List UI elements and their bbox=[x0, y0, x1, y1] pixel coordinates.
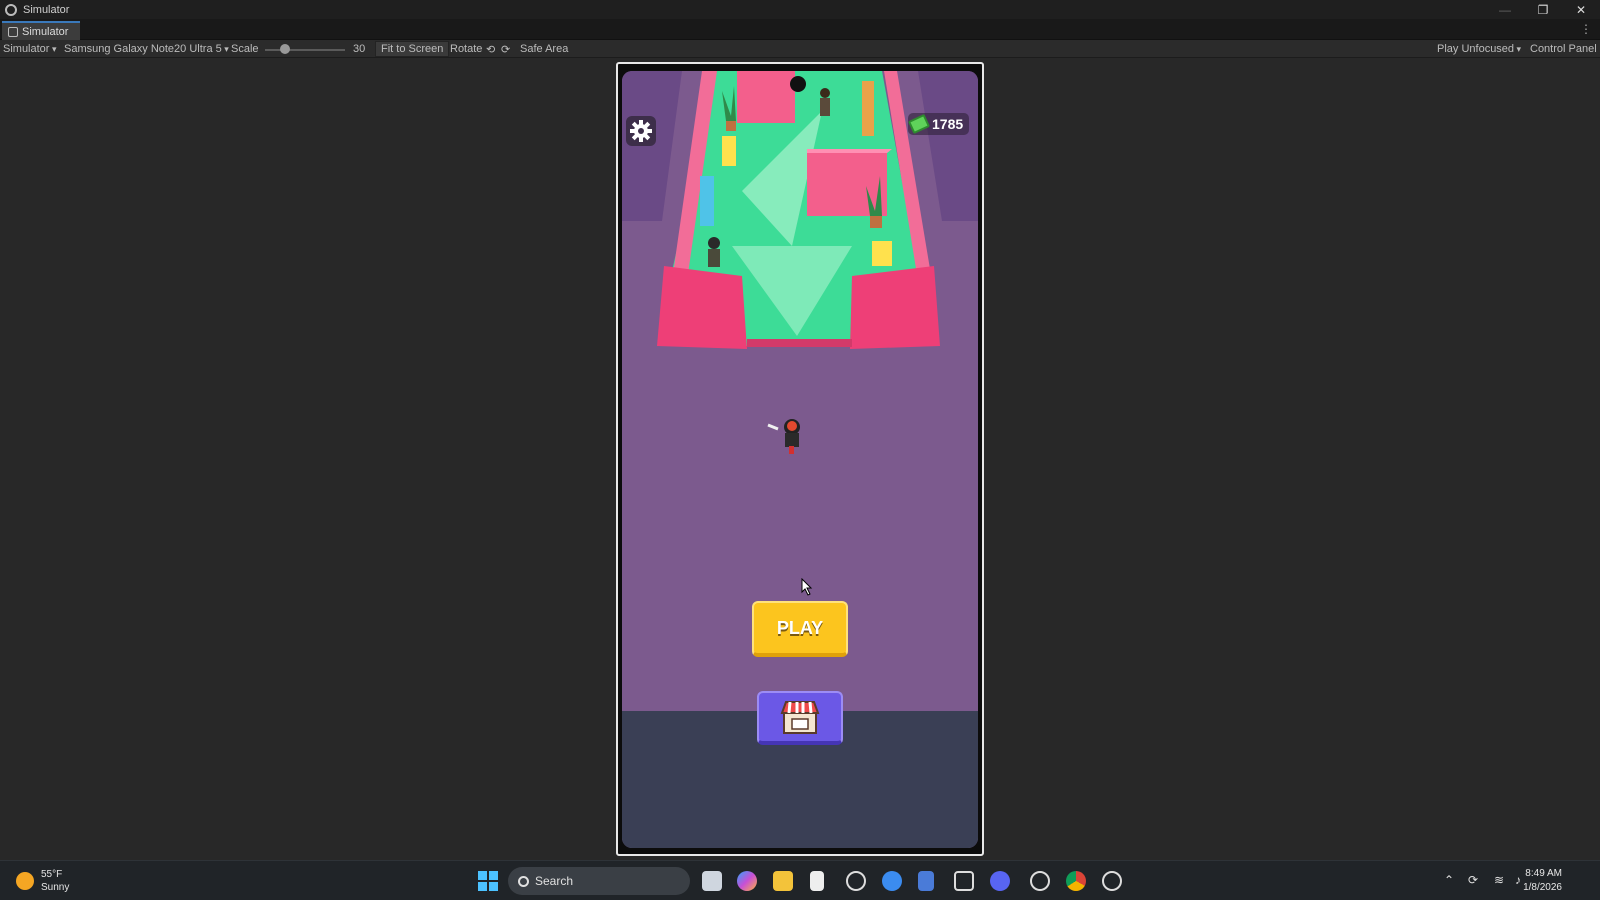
simulator-dropdown[interactable]: Simulator bbox=[3, 43, 57, 55]
volume-icon[interactable]: ♪ bbox=[1515, 873, 1521, 887]
play-mode-dropdown[interactable]: Play Unfocused bbox=[1437, 43, 1521, 55]
close-icon[interactable]: ✕ bbox=[1562, 0, 1600, 19]
guard-body-left bbox=[708, 249, 720, 267]
tab-bar: Simulator ⋮ bbox=[0, 19, 1600, 40]
front-block-right bbox=[850, 266, 940, 349]
rotate-label: Rotate bbox=[450, 43, 483, 55]
window-title: Simulator bbox=[23, 3, 70, 16]
player-character bbox=[767, 419, 800, 454]
crates-yellow bbox=[722, 136, 736, 166]
shelf-orange bbox=[862, 81, 874, 136]
settings-button[interactable] bbox=[626, 116, 656, 146]
edge-icon[interactable] bbox=[882, 871, 902, 891]
rotate-left-icon[interactable]: ⟲ bbox=[486, 43, 495, 56]
file-explorer-icon[interactable] bbox=[773, 871, 793, 891]
unity-icon-taskbar[interactable] bbox=[1030, 871, 1050, 891]
copilot-icon[interactable] bbox=[737, 871, 757, 891]
backdrop-left bbox=[622, 71, 682, 221]
scale-slider-thumb[interactable] bbox=[280, 44, 290, 54]
discord-icon[interactable] bbox=[990, 871, 1010, 891]
weather-desc: Sunny bbox=[41, 882, 70, 893]
unity-hub-icon[interactable] bbox=[954, 871, 974, 891]
scale-label: Scale bbox=[231, 43, 259, 55]
more-options-icon[interactable]: ⋮ bbox=[1580, 22, 1592, 36]
device-dropdown[interactable]: Samsung Galaxy Note20 Ultra 5 bbox=[64, 43, 229, 55]
currency-display: 1785 bbox=[907, 113, 970, 135]
control-panel-button[interactable]: Control Panel bbox=[1530, 43, 1597, 55]
play-button[interactable]: PLAY bbox=[752, 601, 848, 657]
gear-icon bbox=[630, 120, 652, 142]
search-icon bbox=[518, 875, 529, 887]
search-placeholder: Search bbox=[535, 874, 574, 888]
notes-icon[interactable] bbox=[918, 871, 934, 891]
tab-label: Simulator bbox=[22, 25, 69, 38]
weather-temp: 55°F bbox=[41, 869, 63, 880]
windows-start-icon[interactable] bbox=[478, 871, 498, 891]
center-block bbox=[807, 151, 887, 216]
tray-chevron-icon[interactable]: ⌃ bbox=[1444, 873, 1454, 887]
black-dot bbox=[790, 76, 806, 92]
plant-pot-1 bbox=[726, 121, 736, 131]
knife-icon bbox=[767, 423, 779, 431]
github-icon[interactable] bbox=[846, 871, 866, 891]
mouse-cursor-icon bbox=[801, 578, 813, 596]
crates-blue bbox=[700, 176, 714, 226]
tab-simulator[interactable]: Simulator bbox=[2, 21, 81, 40]
notepad-icon[interactable] bbox=[810, 871, 824, 891]
simulator-icon bbox=[8, 26, 18, 37]
backdrop-right bbox=[918, 71, 978, 221]
guard-body-top bbox=[820, 98, 830, 116]
guard-head-left bbox=[708, 237, 720, 249]
taskbar-clock[interactable]: 8:49 AM 1/8/2026 bbox=[1523, 867, 1562, 895]
weather-widget[interactable]: 55°F Sunny bbox=[16, 868, 69, 894]
minimize-icon[interactable]: — bbox=[1486, 0, 1524, 19]
safe-area-toggle[interactable]: Safe Area bbox=[520, 43, 568, 55]
app-icon[interactable] bbox=[1102, 871, 1122, 891]
scale-value: 30 bbox=[353, 43, 366, 55]
taskbar-search[interactable]: Search bbox=[508, 867, 690, 895]
shop-icon bbox=[780, 701, 820, 734]
restore-icon[interactable]: ❐ bbox=[1524, 0, 1562, 19]
chrome-icon[interactable] bbox=[1066, 871, 1086, 891]
guard-head-top bbox=[820, 88, 830, 98]
unity-icon bbox=[5, 3, 17, 16]
front-block-left bbox=[657, 266, 747, 349]
sun-icon bbox=[16, 872, 34, 890]
clock-date: 1/8/2026 bbox=[1523, 882, 1562, 893]
device-frame: 1785 PLAY bbox=[616, 62, 984, 856]
windows-taskbar: 55°F Sunny Search ⌃ ⟳ ≋ ♪ 8:49 AM 1/8/20… bbox=[0, 860, 1600, 900]
task-view-icon[interactable] bbox=[702, 871, 722, 891]
simulator-toolbar: Simulator Samsung Galaxy Note20 Ultra 5 … bbox=[0, 40, 1600, 58]
clock-time: 8:49 AM bbox=[1525, 868, 1562, 879]
scale-slider-track[interactable] bbox=[265, 49, 345, 51]
rotate-right-icon[interactable]: ⟳ bbox=[501, 43, 510, 56]
wifi-icon[interactable]: ≋ bbox=[1494, 873, 1504, 887]
window-titlebar: Simulator — ❐ ✕ bbox=[0, 0, 1600, 19]
plant-pot-2 bbox=[870, 216, 882, 228]
sync-icon[interactable]: ⟳ bbox=[1468, 873, 1478, 887]
currency-amount: 1785 bbox=[932, 116, 964, 132]
fit-to-screen-button[interactable]: Fit to Screen bbox=[375, 41, 450, 57]
top-block bbox=[737, 71, 795, 123]
window-controls: — ❐ ✕ bbox=[1486, 0, 1600, 19]
crate-yellow-right bbox=[872, 241, 892, 266]
shop-button[interactable] bbox=[757, 691, 843, 745]
game-screen[interactable]: 1785 PLAY bbox=[622, 71, 978, 848]
cash-icon bbox=[907, 113, 931, 135]
